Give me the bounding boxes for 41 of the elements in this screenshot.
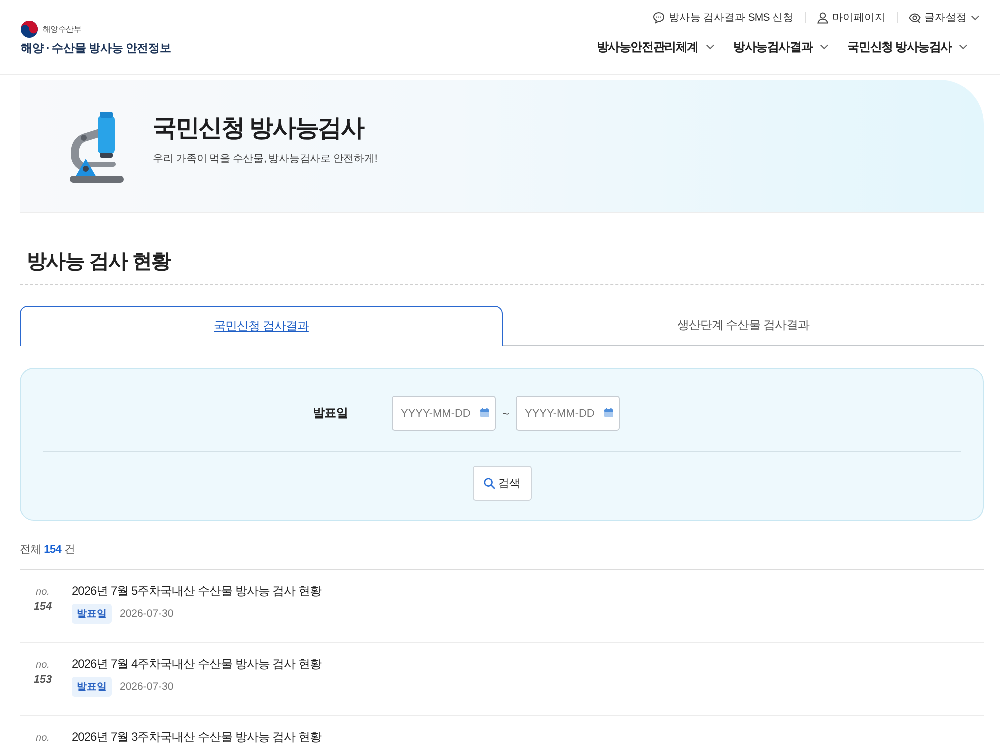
post-title-link[interactable]: 2026년 7월 4주차국내산 수산물 방사능 검사 현황 bbox=[72, 657, 322, 671]
search-button[interactable]: 검색 bbox=[472, 466, 532, 501]
tab[interactable]: 국민신청 검사결과 bbox=[20, 306, 503, 346]
post-number: 154 bbox=[34, 601, 52, 614]
chat-bubble-icon bbox=[653, 12, 666, 24]
date-input[interactable]: YYYY-MM-DD bbox=[516, 396, 620, 431]
emblem-icon bbox=[21, 21, 38, 38]
number-label: no. bbox=[36, 734, 50, 744]
number-label: no. bbox=[36, 588, 50, 598]
post-date: 2026-07-30 bbox=[120, 681, 174, 693]
calendar-icon bbox=[604, 408, 614, 418]
nav-menu-item[interactable]: 방사능검사결과 bbox=[734, 38, 829, 56]
post-date: 2026-07-30 bbox=[120, 608, 174, 620]
number-label: no. bbox=[36, 661, 50, 671]
utility-link[interactable]: 글자설정 bbox=[908, 10, 980, 24]
person-icon bbox=[816, 12, 829, 24]
chevron-down-icon bbox=[706, 44, 715, 50]
utility-link[interactable]: 마이페이지 bbox=[816, 10, 886, 24]
search-icon bbox=[484, 478, 494, 489]
post-number: 153 bbox=[34, 674, 52, 687]
date-input[interactable]: YYYY-MM-DD bbox=[392, 396, 496, 431]
hero-title: 국민신청 방사능검사 bbox=[153, 114, 366, 144]
total-count: 전체 154 건 bbox=[20, 543, 76, 558]
ministry-name: 해양수산부 bbox=[43, 24, 82, 35]
post-title-link[interactable]: 2026년 7월 3주차국내산 수산물 방사능 검사 현황 bbox=[72, 730, 322, 744]
nav-menu-item[interactable]: 국민신청 방사능검사 bbox=[848, 38, 968, 56]
chevron-down-icon bbox=[959, 44, 968, 50]
calendar-icon bbox=[480, 408, 490, 418]
post-title-link[interactable]: 2026년 7월 5주차국내산 수산물 방사능 검사 현황 bbox=[72, 584, 322, 598]
chevron-down-icon bbox=[820, 44, 829, 50]
date-label-badge: 발표일 bbox=[72, 604, 112, 624]
site-title[interactable]: 해양 · 수산물 방사능 안전정보 bbox=[21, 41, 172, 56]
hero-subtitle: 우리 가족이 먹을 수산물, 방사능검사로 안전하게! bbox=[153, 152, 378, 166]
range-separator: ~ bbox=[501, 406, 510, 420]
eye-icon bbox=[908, 12, 921, 24]
field-label: 발표일 bbox=[313, 405, 350, 422]
date-label-badge: 발표일 bbox=[72, 677, 112, 697]
section-title: 방사능 검사 현황 bbox=[20, 213, 984, 285]
nav-menu-item[interactable]: 방사능안전관리체계 bbox=[596, 38, 715, 56]
utility-link[interactable]: 방사능 검사결과 SMS 신청 bbox=[653, 10, 794, 24]
microscope-icon bbox=[70, 112, 124, 184]
